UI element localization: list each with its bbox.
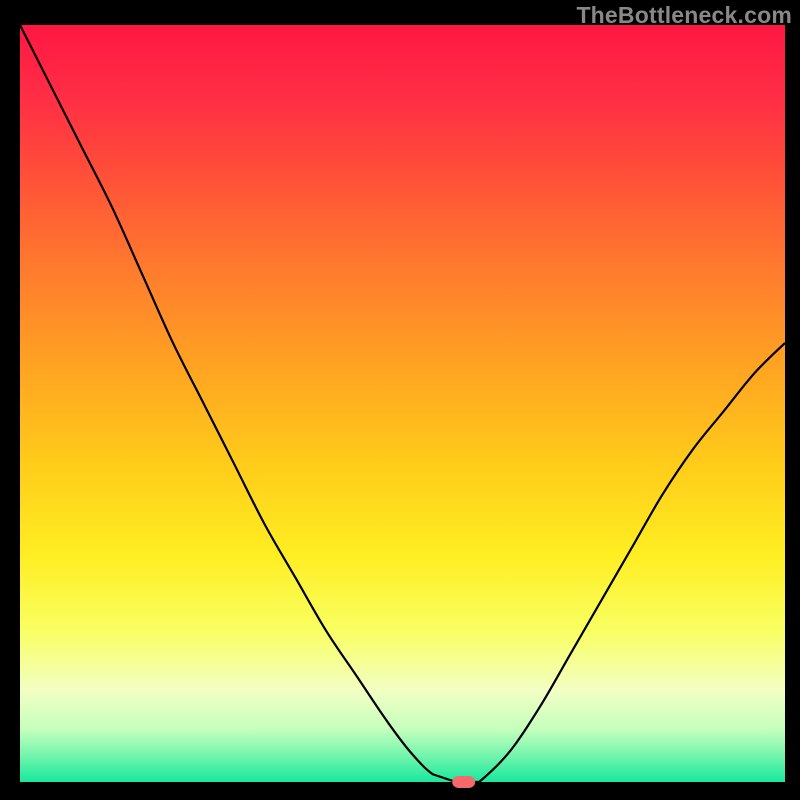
bottleneck-chart: [0, 0, 800, 800]
gradient-background: [20, 25, 785, 782]
optimum-marker: [453, 777, 475, 788]
chart-frame: TheBottleneck.com: [0, 0, 800, 800]
watermark-text: TheBottleneck.com: [576, 2, 792, 29]
